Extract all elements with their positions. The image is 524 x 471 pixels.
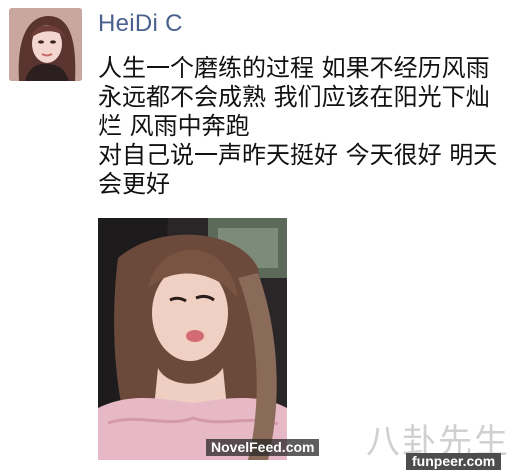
funpeer-watermark: funpeer.com — [406, 453, 502, 470]
post-text-line: 人生一个磨练的过程 如果不经历风雨 — [98, 54, 490, 82]
post-text-line: 永远都不会成熟 我们应该在阳光下灿 — [98, 83, 490, 111]
post-text-line: 对自己说一声昨天挺好 今天很好 明天 — [98, 141, 498, 169]
novelfeed-watermark: NovelFeed.com — [206, 439, 320, 456]
post-photo[interactable] — [98, 218, 287, 460]
post-text-line: 会更好 — [98, 170, 170, 198]
weibo-post: HeiDi C 人生一个磨练的过程 如果不经历风雨 永远都不会成熟 我们应该在阳… — [0, 0, 524, 471]
post-text-line: 烂 风雨中奔跑 — [98, 112, 250, 140]
post-text: 人生一个磨练的过程 如果不经历风雨 永远都不会成熟 我们应该在阳光下灿 烂 风雨… — [98, 54, 518, 199]
avatar-image — [9, 8, 82, 81]
selfie-image — [98, 218, 287, 460]
author-name[interactable]: HeiDi C — [98, 10, 183, 38]
avatar[interactable] — [9, 8, 82, 81]
